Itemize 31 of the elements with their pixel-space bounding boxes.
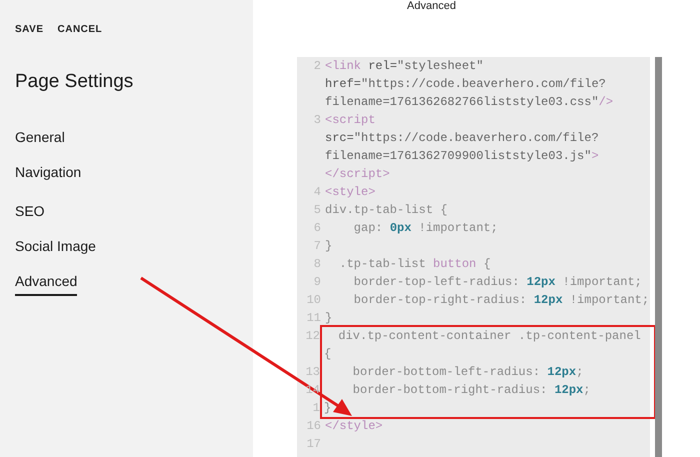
- code-line: .tp-tab-list button {: [338, 256, 491, 273]
- sidebar-item[interactable]: Social Image: [15, 236, 96, 260]
- code-line: border-top-right-radius: 12px !important;: [352, 292, 650, 309]
- cancel-button[interactable]: CANCEL: [58, 22, 102, 37]
- save-button[interactable]: SAVE: [15, 22, 44, 37]
- sidebar-item[interactable]: Navigation: [15, 162, 82, 186]
- page-title: Page Settings: [15, 70, 134, 94]
- code-line: href="https://code.beaverhero.com/file?: [325, 76, 607, 93]
- code-line: <style>: [325, 184, 376, 201]
- panel-title: Advanced: [406, 0, 457, 13]
- sidebar-item[interactable]: Advanced: [15, 270, 78, 296]
- sidebar-item[interactable]: SEO: [15, 200, 45, 226]
- code-line: </style>: [325, 418, 383, 435]
- code-line: div.tp-content-container .tp-content-panel: [337, 328, 641, 345]
- code-line: <script: [325, 112, 376, 129]
- code-line: border-bottom-right-radius: 12px;: [352, 382, 590, 399]
- code-line: border-top-left-radius: 12px !important;: [352, 274, 642, 291]
- code-line: {: [324, 346, 332, 363]
- code-line: }: [324, 400, 332, 417]
- code-line: <link rel="stylesheet": [325, 58, 484, 75]
- code-line: </script>: [325, 166, 391, 183]
- scrollbar[interactable]: [655, 57, 662, 457]
- code-line: }: [325, 238, 332, 255]
- code-line: filename=1761362709900liststyle03.js">: [325, 148, 599, 165]
- code-line: border-bottom-left-radius: 12px;: [352, 364, 584, 381]
- code-line: }: [325, 310, 332, 327]
- sidebar-item[interactable]: General: [15, 126, 65, 152]
- code-line: div.tp-tab-list {: [325, 202, 448, 219]
- code-line: filename=1761362682766liststyle03.css"/>: [325, 94, 614, 111]
- code-line: gap: 0px !important;: [352, 220, 498, 237]
- code-line: src="https://code.beaverhero.com/file?: [325, 130, 599, 147]
